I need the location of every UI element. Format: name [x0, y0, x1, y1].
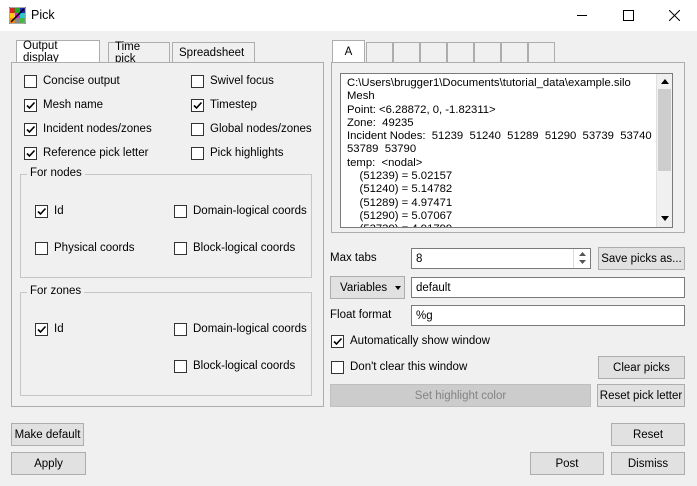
close-icon [668, 10, 680, 21]
tab-empty-2[interactable] [393, 42, 420, 63]
zones-id-checkbox[interactable]: Id [35, 321, 64, 337]
tab-a[interactable]: A [332, 40, 365, 63]
check-icon [26, 101, 36, 109]
for-zones-title: For zones [27, 285, 85, 297]
timestep-checkbox[interactable]: Timestep [191, 97, 257, 113]
dismiss-button[interactable]: Dismiss [611, 452, 685, 475]
spin-down-icon [579, 260, 586, 264]
tab-empty-3[interactable] [420, 42, 447, 63]
pick-output-line: Incident Nodes: 51239 51240 51289 51290 … [347, 130, 652, 143]
pick-output-line: Point: <6.28872, 0, -1.82311> [347, 103, 496, 116]
app-icon [8, 6, 27, 25]
title-bar: Pick [0, 0, 697, 31]
pick-output-line: C:\Users\brugger1\Documents\tutorial_dat… [347, 77, 631, 89]
nodes-domain-logical-checkbox[interactable]: Domain-logical coords [174, 203, 307, 219]
check-icon [37, 207, 47, 215]
incident-nodes-zones-checkbox[interactable]: Incident nodes/zones [24, 121, 152, 137]
tab-empty-4[interactable] [447, 42, 474, 63]
tab-empty-5[interactable] [474, 42, 501, 63]
pick-output-line: (51240) = 5.14782 [347, 183, 453, 196]
pick-output-line: Mesh [347, 90, 375, 103]
concise-output-checkbox[interactable]: Concise output [24, 73, 120, 89]
tab-output-display[interactable]: Output display [16, 40, 100, 64]
set-highlight-color-button[interactable]: Set highlight color [330, 384, 591, 407]
variables-input[interactable]: default [411, 277, 685, 298]
minimize-icon [576, 15, 587, 16]
tab-empty-1[interactable] [366, 42, 393, 63]
zones-block-logical-checkbox[interactable]: Block-logical coords [174, 358, 295, 374]
save-picks-button[interactable]: Save picks as... [598, 247, 685, 270]
pick-output-line: 53789 53790 [347, 143, 417, 156]
check-icon [26, 125, 36, 133]
pick-output-line: Zone: 49235 [347, 116, 414, 129]
max-tabs-spinbox[interactable]: 8 [411, 248, 591, 269]
pick-output-line: temp: <nodal> [347, 156, 423, 169]
pick-output-line: (51289) = 4.97471 [347, 196, 453, 209]
nodes-block-logical-checkbox[interactable]: Block-logical coords [174, 240, 295, 256]
clear-picks-button[interactable]: Clear picks [598, 356, 685, 379]
scroll-down-icon [661, 216, 669, 221]
check-icon [333, 337, 343, 345]
make-default-button[interactable]: Make default [11, 423, 84, 446]
max-tabs-label: Max tabs [330, 252, 377, 264]
scroll-thumb[interactable] [658, 89, 671, 171]
zones-domain-logical-checkbox[interactable]: Domain-logical coords [174, 321, 307, 337]
variables-button[interactable]: Variables [330, 276, 405, 299]
dont-clear-window-checkbox[interactable]: Don't clear this window [331, 359, 467, 375]
apply-button[interactable]: Apply [11, 452, 86, 475]
spin-buttons[interactable] [573, 249, 590, 268]
pick-highlights-checkbox[interactable]: Pick highlights [191, 145, 284, 161]
close-button[interactable] [651, 0, 697, 31]
pick-output-line: (53739) = 4.91799 [347, 223, 666, 227]
tab-empty-6[interactable] [501, 42, 528, 63]
nodes-physical-checkbox[interactable]: Physical coords [35, 240, 135, 256]
for-nodes-group [20, 174, 312, 278]
reference-pick-letter-checkbox[interactable]: Reference pick letter [24, 145, 148, 161]
float-format-input[interactable]: %g [411, 305, 685, 326]
check-icon [37, 325, 47, 333]
window-title: Pick [31, 8, 55, 22]
pick-output-line: (51290) = 5.07067 [347, 209, 453, 222]
tab-spreadsheet[interactable]: Spreadsheet [172, 42, 255, 63]
checkbox-box [24, 74, 37, 88]
spin-up-icon [579, 252, 586, 256]
pick-output-scrollbar[interactable] [656, 74, 672, 227]
for-nodes-title: For nodes [27, 167, 85, 179]
swivel-focus-checkbox[interactable]: Swivel focus [191, 73, 274, 89]
tab-time-pick[interactable]: Time pick [108, 41, 170, 65]
post-button[interactable]: Post [530, 452, 604, 475]
pick-output-line: (51239) = 5.02157 [347, 170, 453, 183]
reset-pick-letter-button[interactable]: Reset pick letter [597, 384, 685, 407]
dropdown-arrow-icon [395, 286, 401, 290]
tab-empty-7[interactable] [528, 42, 555, 63]
pick-output-text[interactable]: C:\Users\brugger1\Documents\tutorial_dat… [340, 73, 673, 228]
auto-show-window-checkbox[interactable]: Automatically show window [331, 333, 490, 349]
float-format-label: Float format [330, 309, 392, 321]
maximize-icon [622, 10, 634, 21]
reset-button[interactable]: Reset [611, 423, 685, 446]
nodes-id-checkbox[interactable]: Id [35, 203, 64, 219]
global-nodes-zones-checkbox[interactable]: Global nodes/zones [191, 121, 312, 137]
maximize-button[interactable] [605, 0, 651, 31]
minimize-button[interactable] [559, 0, 605, 31]
check-icon [193, 101, 203, 109]
for-zones-group [20, 292, 312, 396]
scroll-up-icon [661, 79, 669, 84]
check-icon [26, 149, 36, 157]
mesh-name-checkbox[interactable]: Mesh name [24, 97, 103, 113]
